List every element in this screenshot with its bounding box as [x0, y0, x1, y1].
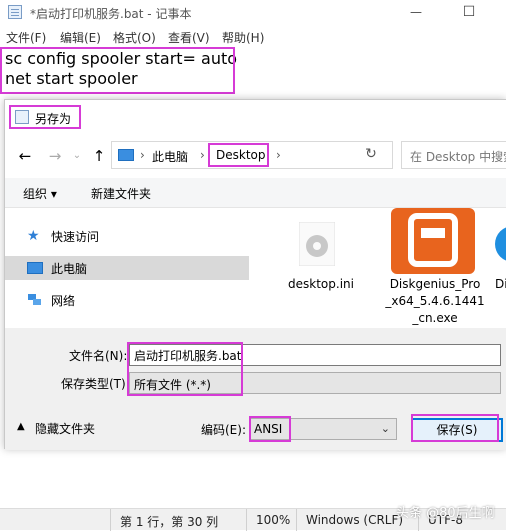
breadcrumb-separator: ›: [200, 148, 205, 162]
notepad-icon: [15, 110, 29, 124]
file-label: _x64_5.4.6.1441: [385, 294, 485, 308]
up-icon[interactable]: ↑: [89, 146, 109, 166]
dialog-titlebar: 另存为: [5, 100, 506, 132]
menu-file[interactable]: 文件(F): [6, 29, 46, 46]
breadcrumb-separator: ›: [140, 148, 145, 162]
maximize-button[interactable]: ☐: [457, 3, 481, 21]
organize-button[interactable]: 组织 ▾: [23, 185, 57, 202]
hide-folders-button[interactable]: 隐藏文件夹: [35, 420, 95, 437]
breadcrumb-item-this-pc[interactable]: 此电脑: [152, 148, 188, 165]
encoding-label: 编码(E):: [201, 423, 246, 437]
save-form: 文件名(N): 保存类型(T): 所有文件 (*.*) ▲ 隐藏文件夹 编码(E…: [5, 328, 506, 450]
new-folder-button[interactable]: 新建文件夹: [91, 185, 151, 202]
watermark: 头条 @80后生啊: [396, 506, 495, 521]
file-label: Di: [495, 277, 506, 291]
dialog-footer: ▲ 隐藏文件夹 编码(E): ANSI ⌄ 保存(S): [5, 404, 506, 450]
zoom-level: 100%: [256, 513, 291, 527]
file-label: Diskgenius_Pro: [389, 277, 481, 291]
navigation-pane: ★ 快速访问 此电脑 网络: [5, 208, 249, 328]
code-line: net start spooler: [5, 69, 138, 88]
menu-view[interactable]: 查看(V): [168, 29, 210, 46]
cursor-position: 第 1 行，第 30 列: [120, 515, 219, 529]
save-as-dialog: 另存为 ← → ⌄ ↑ › 此电脑 › Desktop › ⌄ ↻ 在 Desk…: [4, 99, 506, 450]
address-bar[interactable]: › 此电脑 › Desktop › ⌄: [111, 141, 457, 169]
menu-bar: 文件(F) 编辑(E) 格式(O) 查看(V) 帮助(H): [0, 26, 506, 46]
nav-item-quick-access[interactable]: ★ 快速访问: [5, 224, 249, 248]
notepad-titlebar: *启动打印机服务.bat - 记事本 — ☐: [0, 0, 506, 26]
filetype-value: 所有文件 (*.*): [134, 378, 211, 392]
forward-icon[interactable]: →: [45, 146, 65, 166]
dialog-title: 另存为: [35, 112, 72, 126]
encoding-select[interactable]: ANSI ⌄: [249, 418, 397, 440]
file-item[interactable]: desktop.ini: [271, 208, 371, 328]
chevron-up-icon[interactable]: ▲: [17, 421, 25, 432]
notepad-icon: [8, 5, 22, 19]
file-label: _cn.exe: [412, 311, 458, 325]
navigation-bar: ← → ⌄ ↑ › 此电脑 › Desktop › ⌄ ↻ 在 Desktop …: [5, 132, 506, 178]
back-icon[interactable]: ←: [15, 146, 35, 166]
search-input[interactable]: 在 Desktop 中搜索: [401, 141, 506, 169]
minimize-button[interactable]: —: [404, 3, 428, 21]
file-item[interactable]: Diskgenius_Pro _x64_5.4.6.1441 _cn.exe: [383, 208, 487, 328]
nav-item-label: 网络: [51, 294, 76, 308]
filetype-select[interactable]: 所有文件 (*.*): [129, 372, 501, 394]
encoding-value: ANSI: [254, 422, 283, 436]
nav-item-network[interactable]: 网络: [5, 288, 249, 312]
notepad-title: *启动打印机服务.bat - 记事本: [30, 7, 192, 21]
nav-item-this-pc[interactable]: 此电脑: [5, 256, 249, 280]
settings-file-icon: [298, 221, 336, 267]
breadcrumb-separator: ›: [276, 148, 281, 162]
chevron-down-icon: ⌄: [380, 422, 390, 435]
gear-app-icon: [493, 222, 506, 266]
menu-help[interactable]: 帮助(H): [222, 29, 264, 46]
nav-item-label: 快速访问: [51, 230, 100, 244]
computer-icon: [118, 149, 134, 161]
menu-format[interactable]: 格式(O): [113, 29, 156, 46]
save-button[interactable]: 保存(S): [411, 418, 503, 442]
filetype-label: 保存类型(T):: [61, 377, 130, 391]
star-icon: ★: [27, 228, 40, 244]
filename-label: 文件名(N):: [69, 349, 128, 363]
code-line: sc config spooler start= auto: [5, 49, 238, 68]
computer-icon: [27, 262, 43, 274]
file-list: desktop.ini Diskgenius_Pro _x64_5.4.6.14…: [249, 208, 506, 328]
file-label: desktop.ini: [288, 277, 354, 291]
filename-input[interactable]: [129, 344, 501, 366]
search-placeholder: 在 Desktop 中搜索: [410, 150, 506, 164]
file-item[interactable]: Di: [493, 208, 506, 328]
breadcrumb-item-desktop[interactable]: Desktop: [216, 148, 266, 162]
refresh-icon[interactable]: ↻: [361, 144, 381, 164]
chevron-down-icon[interactable]: ⌄: [67, 146, 87, 166]
command-bar: 组织 ▾ 新建文件夹: [5, 178, 506, 208]
nav-item-label: 此电脑: [51, 262, 88, 276]
line-ending: Windows (CRLF): [306, 513, 404, 527]
diskgenius-app-icon: [391, 208, 475, 274]
menu-edit[interactable]: 编辑(E): [60, 29, 101, 46]
network-icon: [27, 293, 43, 307]
